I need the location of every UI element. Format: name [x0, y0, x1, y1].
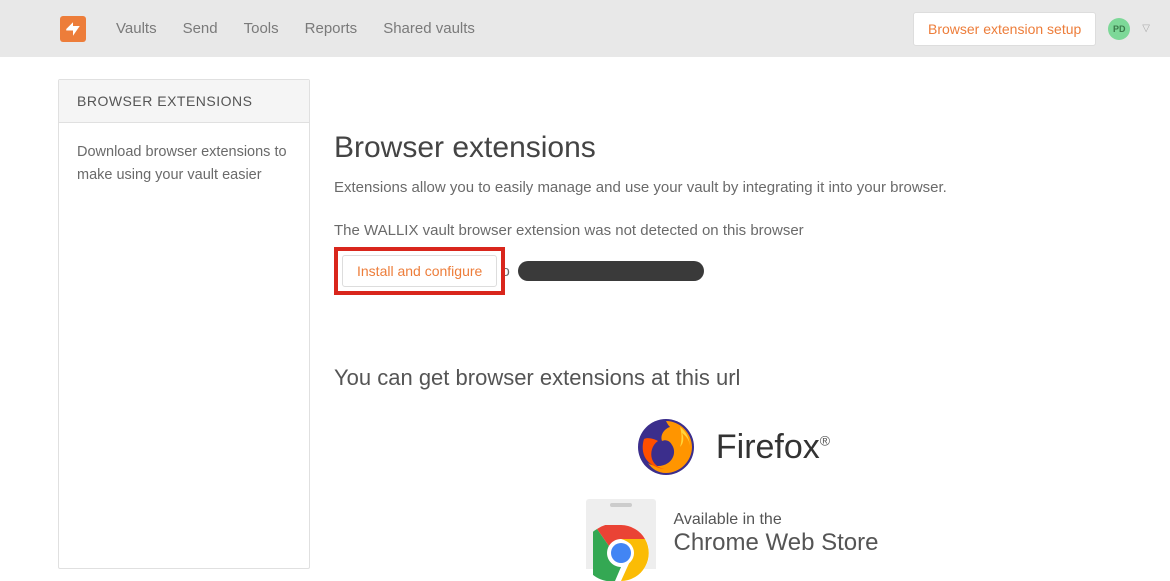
nav-send[interactable]: Send [183, 20, 218, 37]
firefox-label: Firefox® [716, 428, 830, 467]
browser-extension-setup-button[interactable]: Browser extension setup [913, 12, 1096, 46]
firefox-store-link[interactable]: Firefox® [334, 415, 1130, 479]
nav-vaults[interactable]: Vaults [116, 20, 157, 37]
nav-tools[interactable]: Tools [244, 20, 279, 37]
chrome-store-text: Available in the Chrome Web Store [674, 511, 879, 557]
install-button-highlight: Install and configure [334, 247, 505, 295]
sidebar-body: Download browser extensions to make usin… [59, 123, 309, 205]
avatar[interactable]: PD [1108, 18, 1130, 40]
detect-status-text: The WALLIX vault browser extension was n… [334, 222, 1130, 239]
install-configure-button[interactable]: Install and configure [342, 255, 497, 287]
chevron-down-icon[interactable]: ▽ [1142, 23, 1150, 34]
firefox-icon [634, 415, 698, 479]
redacted-text [518, 261, 704, 281]
install-row: Install and configure to [334, 247, 1130, 295]
chrome-line2: Chrome Web Store [674, 529, 879, 557]
page-title: Browser extensions [334, 131, 1130, 165]
nav-shared-vaults[interactable]: Shared vaults [383, 20, 475, 37]
logo-icon [64, 20, 82, 38]
nav-links: Vaults Send Tools Reports Shared vaults [116, 20, 913, 37]
chrome-badge-notch [610, 503, 632, 507]
nav-reports[interactable]: Reports [305, 20, 358, 37]
main-content: Browser extensions Extensions allow you … [334, 79, 1170, 569]
chrome-store-link[interactable]: Available in the Chrome Web Store [334, 499, 1130, 569]
page-subtitle: Extensions allow you to easily manage an… [334, 179, 1130, 196]
app-logo[interactable] [60, 16, 86, 42]
sidebar-header: BROWSER EXTENSIONS [59, 80, 309, 123]
chrome-line1: Available in the [674, 511, 879, 529]
chrome-badge [586, 499, 656, 569]
store-url-heading: You can get browser extensions at this u… [334, 365, 1130, 391]
top-bar: Vaults Send Tools Reports Shared vaults … [0, 0, 1170, 57]
sidebar: BROWSER EXTENSIONS Download browser exte… [58, 79, 310, 569]
chrome-icon [593, 525, 649, 581]
top-right: Browser extension setup PD ▽ [913, 12, 1150, 46]
